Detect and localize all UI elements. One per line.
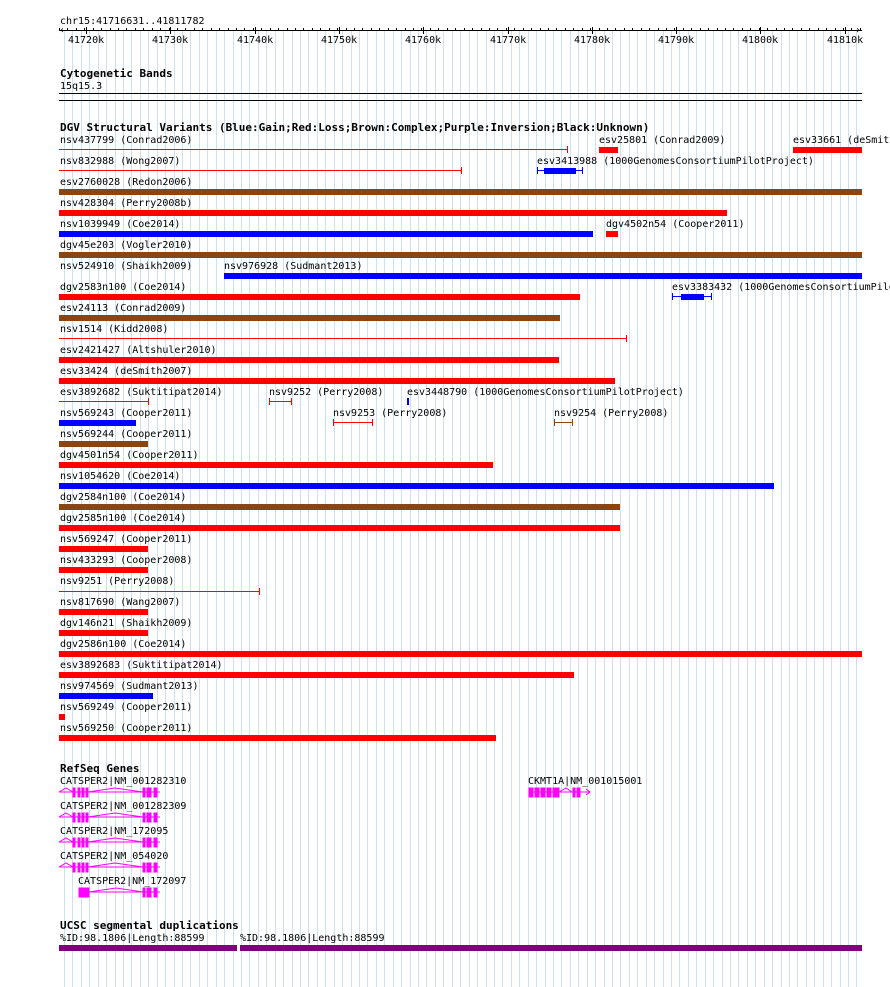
gene-model <box>78 887 160 898</box>
segdup-track-title: UCSC segmental duplications <box>60 919 239 932</box>
gene-model <box>58 787 160 798</box>
segdup-feature[interactable] <box>59 945 237 951</box>
gene-glyphs <box>58 787 591 898</box>
segdup-feature[interactable] <box>240 945 862 951</box>
gene-model <box>58 862 160 873</box>
segdup-label[interactable]: %ID:98.1806|Length:88599 <box>240 933 385 944</box>
genome-browser-view: chr15:41716631..41811782 ‹ › 41720k 41730… <box>0 0 890 987</box>
gene-model <box>58 837 160 848</box>
gene-model <box>58 812 160 823</box>
segdup-label[interactable]: %ID:98.1806|Length:88599 <box>60 933 205 944</box>
gene-model <box>528 787 591 798</box>
